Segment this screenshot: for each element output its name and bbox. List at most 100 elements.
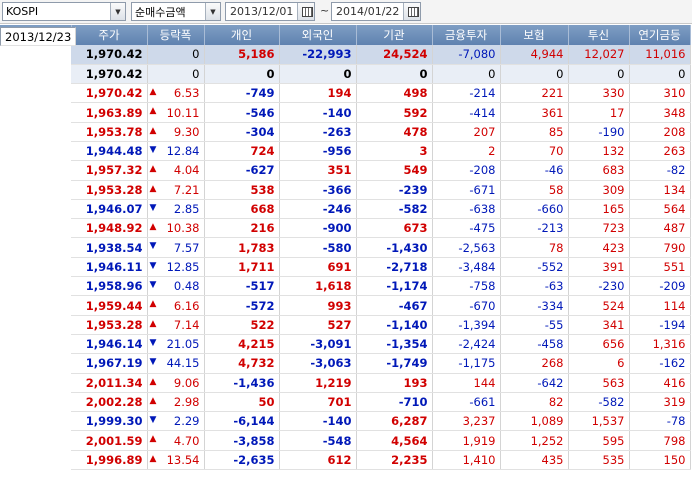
table-row[interactable]: 2014/01/091,946.11▼12.851,711691-2,718-3… <box>0 27 691 278</box>
cell-change: ▼ 7.57 <box>147 237 205 258</box>
column-header[interactable]: 외국인 <box>279 25 357 45</box>
metric-select[interactable]: 순매수금액 ▼ <box>131 2 221 21</box>
cell-frn: -246 <box>279 199 357 220</box>
cell-price: 1,946.11 <box>71 257 148 278</box>
cell-ins: -334 <box>500 295 569 316</box>
cell-ind: -572 <box>204 295 280 316</box>
table-row[interactable]: 2013/12/272,002.28▲2.9850701-710-66182-5… <box>0 27 691 413</box>
cell-ind: 5,186 <box>204 45 280 65</box>
chevron-down-icon[interactable]: ▼ <box>205 3 220 20</box>
cell-fin: 207 <box>432 122 501 142</box>
cell-ind: 668 <box>204 199 280 220</box>
table-row[interactable]: 2013/12/261,999.30▼2.29-6,144-1406,2873,… <box>0 27 691 432</box>
column-header[interactable]: 투신 <box>568 25 630 45</box>
cell-ind: 216 <box>204 218 280 239</box>
cell-change: ▼ 12.85 <box>147 257 205 278</box>
cell-price: 1,944.48 <box>71 141 148 162</box>
cell-date: 2013/12/23 <box>0 27 77 47</box>
table-row[interactable]: 2013/12/302,011.34▲9.06-1,4361,219193144… <box>0 27 691 393</box>
cell-change: ▼ 0.48 <box>147 276 205 297</box>
column-header[interactable]: 주가 <box>71 25 148 45</box>
change-value: 44.15 <box>166 356 200 371</box>
cell-price: 2,011.34 <box>71 373 148 393</box>
table-row[interactable]: 2014/01/221,970.42▲6.53-749194498-214221… <box>0 27 691 104</box>
cell-frn: 1,219 <box>279 373 357 393</box>
column-header[interactable]: 개인 <box>204 25 280 45</box>
table-row[interactable]: 2014/01/211,963.89▲10.11-546-140592-4143… <box>0 27 691 123</box>
toolbar: KOSPI ▼ 순매수금액 ▼ 2013/12/01 ~ 2014/01/22 <box>0 0 692 24</box>
cell-frn: -366 <box>279 180 357 200</box>
cell-fin: -671 <box>432 180 501 200</box>
metric-select-value: 순매수금액 <box>135 5 186 19</box>
cell-pens: 564 <box>629 199 691 220</box>
cell-ind: 522 <box>204 315 280 335</box>
change-value: 9.06 <box>173 375 200 390</box>
calendar-icon[interactable] <box>403 3 420 20</box>
cell-price: 1,970.42 <box>71 45 148 65</box>
cell-inst: -1,140 <box>356 315 433 335</box>
cell-pens: 310 <box>629 83 691 104</box>
table-row[interactable]: 2013/12/23 1,996.89 ▲ 13.54 -2,635 612 2,235 1,… <box>0 27 691 471</box>
cell-fin: -208 <box>432 160 501 181</box>
cell-ins: -46 <box>500 160 569 181</box>
calendar-icon[interactable] <box>297 3 314 20</box>
cell-trust: 0 <box>568 64 630 85</box>
table-row[interactable]: 2014/01/031,946.14▼21.054,215-3,091-1,35… <box>0 27 691 355</box>
table-row[interactable]: 2014/01/141,946.07▼2.85668-246-582-638-6… <box>0 27 691 220</box>
table-row[interactable]: 2014/01/081,958.96▼0.48-5171,618-1,174-7… <box>0 27 691 297</box>
date-to-input[interactable]: 2014/01/22 <box>331 2 421 21</box>
up-triangle-icon: ▲ <box>149 453 157 464</box>
cell-price: 1,958.96 <box>71 276 148 297</box>
table-row[interactable]: 2014/01/021,967.19▼44.154,732-3,063-1,74… <box>0 27 691 374</box>
table-row[interactable]: 2014/01/071,959.44▲6.16-572993-467-670-3… <box>0 27 691 316</box>
column-header[interactable]: 등락폭 <box>147 25 205 45</box>
cell-price: 2,001.59 <box>71 430 148 451</box>
cell-frn: 1,618 <box>279 276 357 297</box>
up-triangle-icon: ▲ <box>149 299 157 310</box>
cell-fin: 0 <box>432 64 501 85</box>
cell-ind: 724 <box>204 141 280 162</box>
table-row[interactable]: 2014/01/161,957.32▲4.04-627351549-208-46… <box>0 27 691 181</box>
cell-pens: 1,316 <box>629 334 691 355</box>
cell-fin: -758 <box>432 276 501 297</box>
cell-fin: -414 <box>432 102 501 123</box>
up-triangle-icon: ▲ <box>149 376 157 387</box>
table-row[interactable]: 2014/01/061,953.28▲7.14522527-1,140-1,39… <box>0 27 691 335</box>
cell-trust: 12,027 <box>568 45 630 65</box>
cell-fin: -2,424 <box>432 334 501 355</box>
cell-trust: 341 <box>568 315 630 335</box>
chevron-down-icon[interactable]: ▼ <box>110 3 125 20</box>
cell-trust: 723 <box>568 218 630 239</box>
table-row[interactable]: 2013/12/242,001.59▲4.70-3,858-5484,5641,… <box>0 27 691 451</box>
table-row[interactable]: 2014/01/201,953.78▲9.30-304-26347820785-… <box>0 27 691 142</box>
column-header[interactable]: 연기금등 <box>629 25 691 45</box>
cell-change: ▲ 7.14 <box>147 315 205 335</box>
table-row[interactable]: 2014/01/131,948.92▲10.38216-900673-475-2… <box>0 27 691 239</box>
column-header[interactable]: 금융투자 <box>432 25 501 45</box>
date-from-input[interactable]: 2013/12/01 <box>225 2 315 21</box>
cell-ins: 1,252 <box>500 430 569 451</box>
cell-ins: 1,089 <box>500 411 569 432</box>
market-select[interactable]: KOSPI ▼ <box>2 2 126 21</box>
cell-ind: 4,215 <box>204 334 280 355</box>
table-row[interactable]: 2014/01/101,938.54▼7.571,783-580-1,430-2… <box>0 27 691 258</box>
cell-change: ▲ 13.54 <box>147 450 205 471</box>
column-header[interactable]: 기관 <box>356 25 433 45</box>
cell-pens: -162 <box>629 353 691 374</box>
cell-change: ▼ 21.05 <box>147 334 205 355</box>
cell-trust: 330 <box>568 83 630 104</box>
cell-fin: -1,175 <box>432 353 501 374</box>
cell-price: 1,953.28 <box>71 315 148 335</box>
cell-ins: 4,944 <box>500 45 569 65</box>
cell-pens: 790 <box>629 237 691 258</box>
table-row[interactable]: 2014/01/151,953.28▲7.21538-366-239-67158… <box>0 27 691 200</box>
table-row[interactable]: 2014/01/171,944.48▼12.84724-956327013226… <box>0 27 691 162</box>
table-row[interactable]: 기간합계1,970.4205,186-22,99324,524-7,0804,9… <box>0 27 691 65</box>
change-value: 0 <box>192 47 200 62</box>
column-header[interactable]: 보험 <box>500 25 569 45</box>
up-triangle-icon: ▲ <box>149 183 157 194</box>
cell-trust: 595 <box>568 430 630 451</box>
cell-frn: 993 <box>279 295 357 316</box>
table-row[interactable]: 2014/01/231,970.4200000000 <box>0 27 691 85</box>
cell-ind: -304 <box>204 122 280 142</box>
